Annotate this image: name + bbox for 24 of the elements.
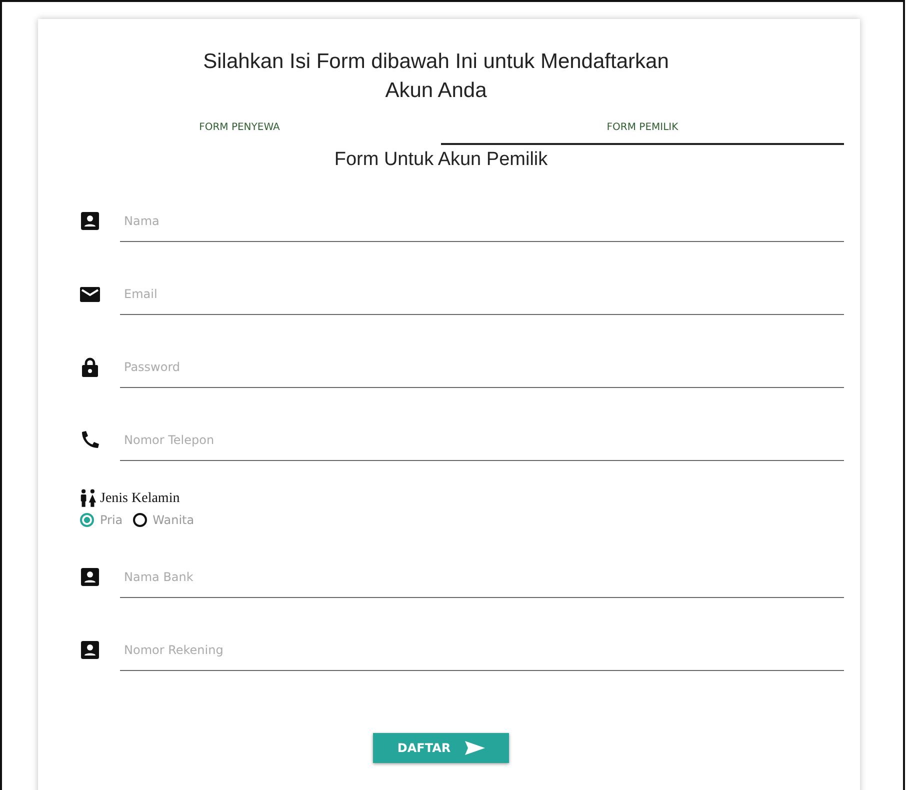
send-icon bbox=[464, 741, 485, 755]
input-field[interactable]: Nama Bank bbox=[120, 556, 844, 598]
input-field[interactable]: Password bbox=[120, 346, 844, 388]
input-field[interactable]: Nomor Rekening bbox=[120, 630, 844, 670]
form-tab[interactable]: FORM PENYEWA bbox=[38, 111, 441, 145]
input-field[interactable]: Nama bbox=[120, 200, 844, 242]
phone-icon bbox=[80, 430, 100, 450]
input-field[interactable]: Nomor Telepon bbox=[120, 420, 844, 460]
form-tab[interactable]: FORM PEMILIK bbox=[441, 111, 844, 145]
person-card-icon bbox=[80, 212, 100, 230]
person-card-icon bbox=[80, 568, 100, 586]
submit-button[interactable]: DAFTAR bbox=[373, 733, 509, 763]
radio-button[interactable] bbox=[132, 513, 147, 527]
form-heading: Silahkan Isi Form dibawah Ini untuk Mendaftarkan Akun Anda bbox=[202, 49, 670, 104]
form-subtitle: Form Untuk Akun Pemilik bbox=[333, 149, 549, 171]
people-icon bbox=[80, 489, 96, 507]
radio-label[interactable]: Wanita bbox=[152, 513, 194, 527]
input-field[interactable]: Email bbox=[120, 274, 844, 314]
field-label: Jenis Kelamin bbox=[100, 491, 180, 507]
radio-label[interactable]: Pria bbox=[100, 513, 123, 527]
radio-button[interactable] bbox=[80, 513, 94, 527]
person-card-icon bbox=[80, 641, 100, 659]
envelope-icon bbox=[80, 286, 100, 302]
padlock-icon bbox=[80, 357, 100, 377]
